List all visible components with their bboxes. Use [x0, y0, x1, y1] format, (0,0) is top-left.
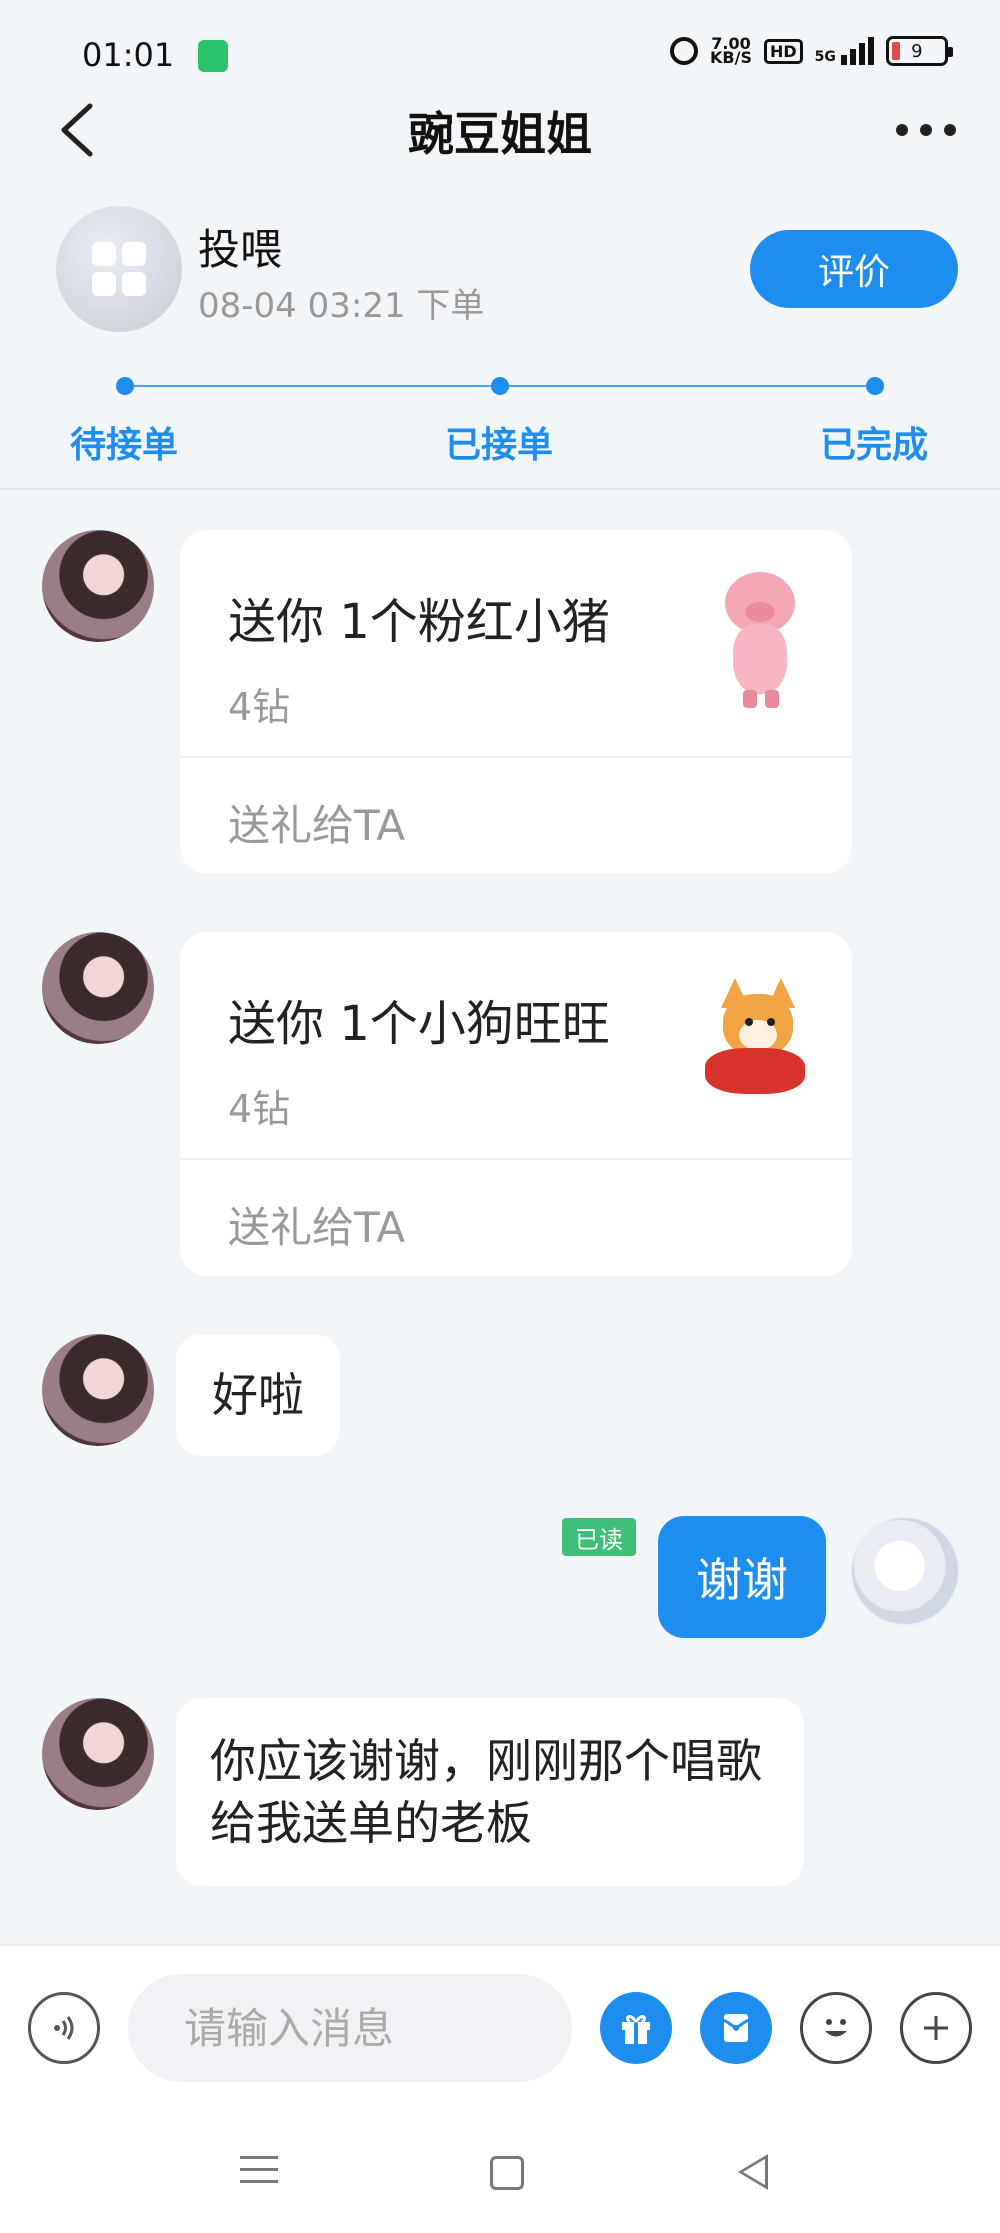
status-time: 01:01 [82, 36, 175, 74]
puppy-gift-icon [695, 978, 815, 1104]
more-icon[interactable] [896, 124, 956, 136]
progress-step-pending: 待接单 [70, 425, 179, 466]
alarm-icon [670, 37, 698, 65]
order-service-icon [56, 206, 182, 332]
message-bubble[interactable]: 好啦 [176, 1334, 340, 1456]
gift-price: 4钻 [228, 1087, 291, 1131]
message-bubble[interactable]: 你应该谢谢，刚刚那个唱歌给我送单的老板 [176, 1698, 804, 1886]
menu-nav-icon[interactable] [240, 2156, 278, 2192]
input-bar-divider [0, 1944, 1000, 1946]
back-nav-icon[interactable] [738, 2154, 768, 2190]
voice-icon [54, 2016, 74, 2040]
send-gift-link[interactable]: 送礼给TA [228, 1194, 405, 1255]
progress-step-completed: 已完成 [820, 425, 929, 466]
gift-card[interactable]: 送你 1个小狗旺旺 4钻 送礼给TA [180, 932, 852, 1276]
message-input[interactable] [128, 1974, 572, 2082]
gift-title: 送你 1个小狗旺旺 [228, 996, 610, 1052]
gift-button[interactable] [600, 1992, 672, 2064]
battery-saver-icon [198, 40, 228, 72]
gift-divider [180, 1158, 852, 1160]
network-speed-unit: KB/S [710, 48, 752, 67]
gift-title: 送你 1个粉红小猪 [228, 594, 610, 650]
hd-icon: HD [763, 38, 803, 64]
gift-card[interactable]: 送你 1个粉红小猪 4钻 送礼给TA [180, 530, 852, 874]
red-packet-icon [723, 2014, 749, 2042]
avatar[interactable] [42, 932, 154, 1044]
emoji-icon [825, 2019, 847, 2037]
progress-dot-accepted [491, 377, 509, 395]
network-type: 5G [814, 49, 836, 65]
pink-pig-gift-icon [715, 572, 805, 712]
progress-dot-completed [866, 377, 884, 395]
plus-icon [924, 2016, 948, 2040]
gift-divider [180, 756, 852, 758]
my-message-bubble[interactable]: 谢谢 [658, 1516, 826, 1638]
home-nav-icon[interactable] [490, 2156, 524, 2190]
my-avatar[interactable] [850, 1516, 960, 1626]
status-icons: 7.00 KB/S HD 5G 9 [670, 36, 953, 67]
gift-price: 4钻 [228, 685, 291, 729]
red-packet-button[interactable] [700, 1992, 772, 2064]
avatar[interactable] [42, 1334, 154, 1446]
battery-icon: 9 [885, 36, 953, 66]
network-speed: 7.00 KB/S [710, 36, 752, 67]
progress-step-accepted: 已接单 [445, 425, 554, 466]
plus-button[interactable] [900, 1992, 972, 2064]
order-title: 投喂 [198, 225, 283, 274]
page-title: 豌豆姐姐 [408, 107, 592, 161]
header-divider [0, 488, 1000, 490]
voice-button[interactable] [28, 1992, 100, 2064]
avatar[interactable] [42, 530, 154, 642]
order-time: 08-04 03:21 下单 [198, 286, 485, 326]
avatar[interactable] [42, 1698, 154, 1810]
gift-icon [622, 2015, 650, 2044]
read-badge: 已读 [562, 1518, 636, 1556]
progress-dot-pending [116, 377, 134, 395]
battery-level: 9 [911, 40, 923, 62]
rate-button[interactable]: 评价 [750, 230, 958, 308]
send-gift-link[interactable]: 送礼给TA [228, 792, 405, 853]
signal-icon: 5G [815, 37, 874, 65]
emoji-button[interactable] [800, 1992, 872, 2064]
